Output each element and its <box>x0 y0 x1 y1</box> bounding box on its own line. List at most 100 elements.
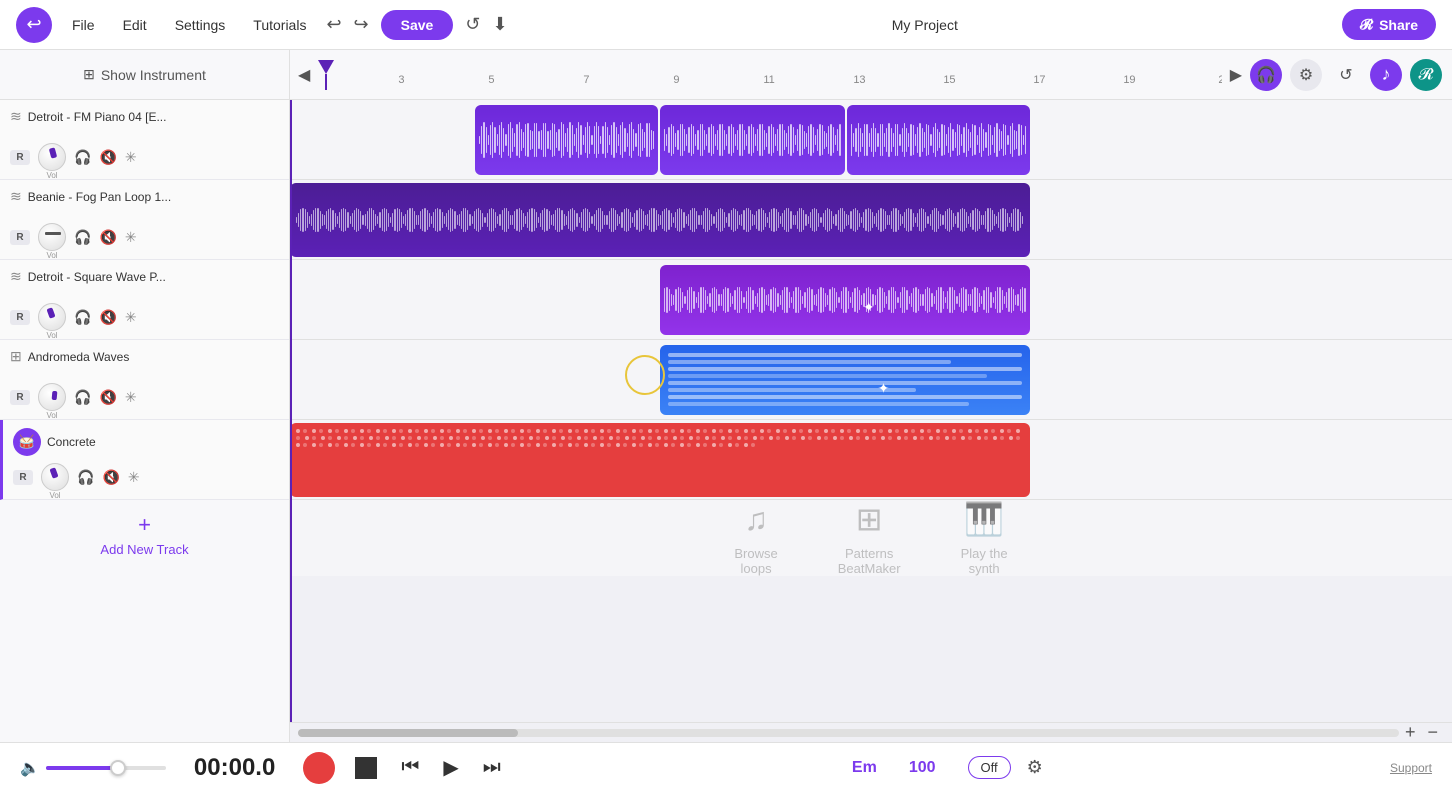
stop-icon <box>355 757 377 779</box>
user-icon-btn[interactable]: 𝓡 <box>1410 59 1442 91</box>
volume-slider[interactable] <box>46 766 166 770</box>
vol-label-2: Vol <box>46 251 57 260</box>
record-button[interactable] <box>303 752 335 784</box>
zoom-in-button[interactable]: + <box>1399 722 1422 742</box>
track-mute-btn-1[interactable]: 🔇 <box>99 149 116 166</box>
timeline-left-arrow[interactable]: ◀ <box>290 65 318 85</box>
track-block-1b[interactable]: document.write(Array.from({length:80},(_… <box>660 105 845 175</box>
track-vol-knob-5[interactable]: Vol <box>41 463 69 491</box>
track-headphones-btn-1[interactable]: 🎧 <box>74 149 91 166</box>
track-headphones-btn-4[interactable]: 🎧 <box>74 389 91 406</box>
waveform-1a: document.write(Array.from({length:80},(_… <box>475 105 658 175</box>
track-lane-5[interactable]: document.write(Array.from({length:120},(… <box>290 420 1452 500</box>
waveform-3a: document.write(Array.from({length:160},(… <box>660 265 1030 335</box>
track-more-btn-2[interactable]: ✳ <box>125 229 137 246</box>
play-synth-button[interactable]: 🎹 Play thesynth <box>961 500 1008 576</box>
fast-forward-button[interactable]: ⏭ <box>479 752 505 783</box>
track-lane-2[interactable]: document.write(Array.from({length:340},(… <box>290 180 1452 260</box>
track-r-btn-4[interactable]: R <box>10 390 30 405</box>
play-button[interactable]: ▶ <box>439 751 462 784</box>
plus-icon: + <box>138 512 151 538</box>
vol-label-1: Vol <box>46 171 57 180</box>
reset-button[interactable]: ↺ <box>465 14 480 35</box>
logo-button[interactable]: ↩ <box>16 7 52 43</box>
track-controls-3: R Vol 🎧 🔇 ✳ <box>10 303 279 331</box>
track-vol-knob-1[interactable]: Vol <box>38 143 66 171</box>
track-more-btn-5[interactable]: ✳ <box>128 469 140 486</box>
track-vol-knob-3[interactable]: Vol <box>38 303 66 331</box>
waveform-1c: document.write(Array.from({length:80},(_… <box>847 105 1030 175</box>
track-mute-btn-4[interactable]: 🔇 <box>99 389 116 406</box>
refresh-icon-btn[interactable]: ↺ <box>1330 59 1362 91</box>
track-block-4a[interactable]: ✦ <box>660 345 1030 415</box>
scrollbar-track[interactable] <box>298 729 1399 737</box>
track-mute-btn-5[interactable]: 🔇 <box>102 469 119 486</box>
timeline-ruler[interactable]: 3 5 7 9 11 13 15 17 19 2 <box>318 60 1221 90</box>
headphones-icon-btn[interactable]: 🎧 <box>1250 59 1282 91</box>
track-lane-4[interactable]: ✦ <box>290 340 1452 420</box>
ruler-2: 2 <box>1218 74 1221 86</box>
track-block-2a[interactable]: document.write(Array.from({length:340},(… <box>290 183 1030 257</box>
track-more-btn-1[interactable]: ✳ <box>125 149 137 166</box>
menu-edit[interactable]: Edit <box>123 17 147 33</box>
track-r-btn-5[interactable]: R <box>13 470 33 485</box>
track-headphones-btn-2[interactable]: 🎧 <box>74 229 91 246</box>
redo-button[interactable]: ↪ <box>354 14 369 35</box>
patterns-beatmaker-button[interactable]: ⊞ PatternsBeatMaker <box>838 500 901 576</box>
track-mute-btn-2[interactable]: 🔇 <box>99 229 116 246</box>
track-more-btn-3[interactable]: ✳ <box>125 309 137 326</box>
save-button[interactable]: Save <box>381 10 454 40</box>
menu-file[interactable]: File <box>72 17 95 33</box>
stop-button[interactable] <box>351 753 381 783</box>
cursor-circle <box>625 355 665 395</box>
track-mute-btn-3[interactable]: 🔇 <box>99 309 116 326</box>
timeline-right-arrow[interactable]: ▶ <box>1222 65 1250 85</box>
show-instrument-label: ⊞ Show Instrument <box>83 66 206 83</box>
track-vol-knob-4[interactable]: Vol <box>38 383 66 411</box>
track-block-3a[interactable]: document.write(Array.from({length:160},(… <box>660 265 1030 335</box>
track-headphones-btn-5[interactable]: 🎧 <box>77 469 94 486</box>
track-lane-1[interactable]: document.write(Array.from({length:80},(_… <box>290 100 1452 180</box>
ruler-15: 15 <box>943 74 955 86</box>
track-row-2: ≋ Beanie - Fog Pan Loop 1... R Vol 🎧 🔇 ✳ <box>0 180 289 260</box>
undo-button[interactable]: ↩ <box>326 14 341 35</box>
zoom-out-button[interactable]: − <box>1421 722 1444 742</box>
track-vol-knob-2[interactable]: Vol <box>38 223 66 251</box>
menu-settings[interactable]: Settings <box>175 17 226 33</box>
track-controls-5: R Vol 🎧 🔇 ✳ <box>13 463 279 491</box>
track-r-btn-3[interactable]: R <box>10 310 30 325</box>
support-link[interactable]: Support <box>1390 761 1432 775</box>
menu-tutorials[interactable]: Tutorials <box>253 17 306 33</box>
grid-icon: ⊞ <box>83 66 95 83</box>
track-drum-icon-5: 🥁 <box>13 428 41 456</box>
download-button[interactable]: ⬇ <box>492 14 507 35</box>
off-toggle[interactable]: Off <box>968 756 1011 779</box>
browse-loops-button[interactable]: ♫ Browseloops <box>734 501 777 576</box>
share-button[interactable]: 𝓡 Share <box>1342 9 1436 40</box>
track-r-btn-2[interactable]: R <box>10 230 30 245</box>
transport-settings-button[interactable]: ⚙ <box>1027 757 1043 778</box>
settings-icon-btn[interactable]: ⚙ <box>1290 59 1322 91</box>
track-block-5a[interactable]: document.write(Array.from({length:120},(… <box>290 423 1030 497</box>
track-block-1c[interactable]: document.write(Array.from({length:80},(_… <box>847 105 1030 175</box>
track-lane-3[interactable]: document.write(Array.from({length:160},(… <box>290 260 1452 340</box>
track-row-5: 🥁 Concrete R Vol 🎧 🔇 ✳ <box>0 420 289 500</box>
volume-thumb[interactable] <box>110 760 126 776</box>
waveform-2a: document.write(Array.from({length:340},(… <box>290 183 1030 257</box>
track-row-3: ≋ Detroit - Square Wave P... R Vol 🎧 🔇 ✳ <box>0 260 289 340</box>
track-headphones-btn-3[interactable]: 🎧 <box>74 309 91 326</box>
track-r-btn-1[interactable]: R <box>10 150 30 165</box>
track-block-1a[interactable]: document.write(Array.from({length:80},(_… <box>475 105 658 175</box>
track-controls-4: R Vol 🎧 🔇 ✳ <box>10 383 279 411</box>
ruler-17: 17 <box>1033 74 1045 86</box>
show-instrument-header[interactable]: ⊞ Show Instrument <box>0 50 289 100</box>
music-note-icon-btn[interactable]: ♪ <box>1370 59 1402 91</box>
rewind-button[interactable]: ⏮ <box>397 752 423 783</box>
track-more-btn-4[interactable]: ✳ <box>125 389 137 406</box>
scrollbar-thumb[interactable] <box>298 729 518 737</box>
volume-control: 🔈 <box>20 758 166 778</box>
add-track-label: Add New Track <box>100 542 188 557</box>
add-track-button[interactable]: + Add New Track <box>0 500 289 569</box>
track-waveform-icon-3: ≋ <box>10 268 22 285</box>
track-canvas: document.write(Array.from({length:80},(_… <box>290 100 1452 722</box>
